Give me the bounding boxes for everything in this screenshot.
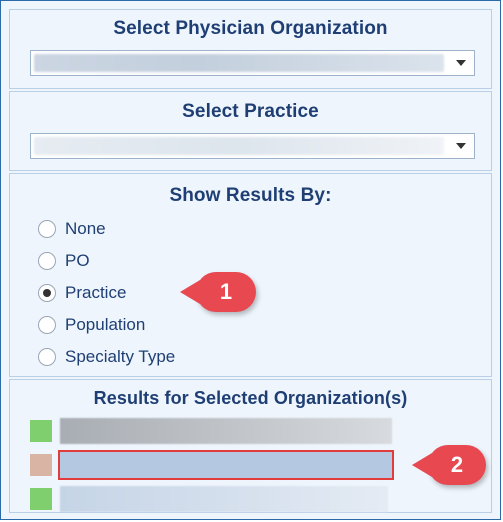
callout-number: 1 — [219, 279, 233, 304]
practice-dropdown[interactable] — [30, 133, 475, 159]
result-name — [60, 486, 388, 512]
radio-label: None — [65, 219, 106, 238]
po-selected-value — [34, 54, 444, 72]
practice-selected-value — [34, 137, 444, 155]
practice-section-title: Select Practice — [182, 101, 319, 122]
practice-section: Select Practice — [9, 91, 492, 171]
radio-button[interactable] — [38, 348, 56, 366]
callout-badge-2: 2 — [412, 445, 486, 485]
show-results-title: Show Results By: — [169, 185, 332, 206]
callout-badge-1: 1 — [180, 272, 256, 312]
chevron-down-icon[interactable] — [456, 60, 466, 66]
results-title: Results for Selected Organization(s) — [93, 388, 408, 408]
chevron-down-icon[interactable] — [456, 143, 466, 149]
callout-number: 2 — [450, 452, 464, 477]
radio-button[interactable] — [38, 220, 56, 238]
result-name — [60, 418, 392, 444]
po-section-title: Select Physician Organization — [113, 18, 388, 39]
filter-panel: Select Physician Organization Select Pra… — [0, 0, 501, 520]
radio-button[interactable] — [38, 252, 56, 270]
show-results-section: Show Results By: None PO Practice Popula… — [9, 173, 492, 377]
radio-label: PO — [65, 251, 90, 270]
results-section: Results for Selected Organization(s) — [9, 379, 492, 513]
radio-label: Practice — [65, 283, 127, 302]
selection-outline — [58, 450, 394, 480]
color-swatch — [30, 454, 52, 476]
radio-option-specialty-type[interactable]: Specialty Type — [38, 346, 175, 368]
color-swatch — [30, 420, 52, 442]
po-section: Select Physician Organization — [9, 9, 492, 89]
radio-label: Specialty Type — [65, 347, 176, 366]
radio-button[interactable] — [38, 316, 56, 334]
radio-label: Population — [65, 315, 146, 334]
radio-option-none[interactable]: None — [38, 218, 106, 240]
po-dropdown[interactable] — [30, 50, 475, 76]
radio-option-po[interactable]: PO — [38, 250, 90, 272]
radio-option-population[interactable]: Population — [38, 314, 145, 336]
radio-button-selected[interactable] — [38, 284, 56, 302]
color-swatch — [30, 488, 52, 510]
radio-option-practice[interactable]: Practice — [38, 282, 126, 304]
